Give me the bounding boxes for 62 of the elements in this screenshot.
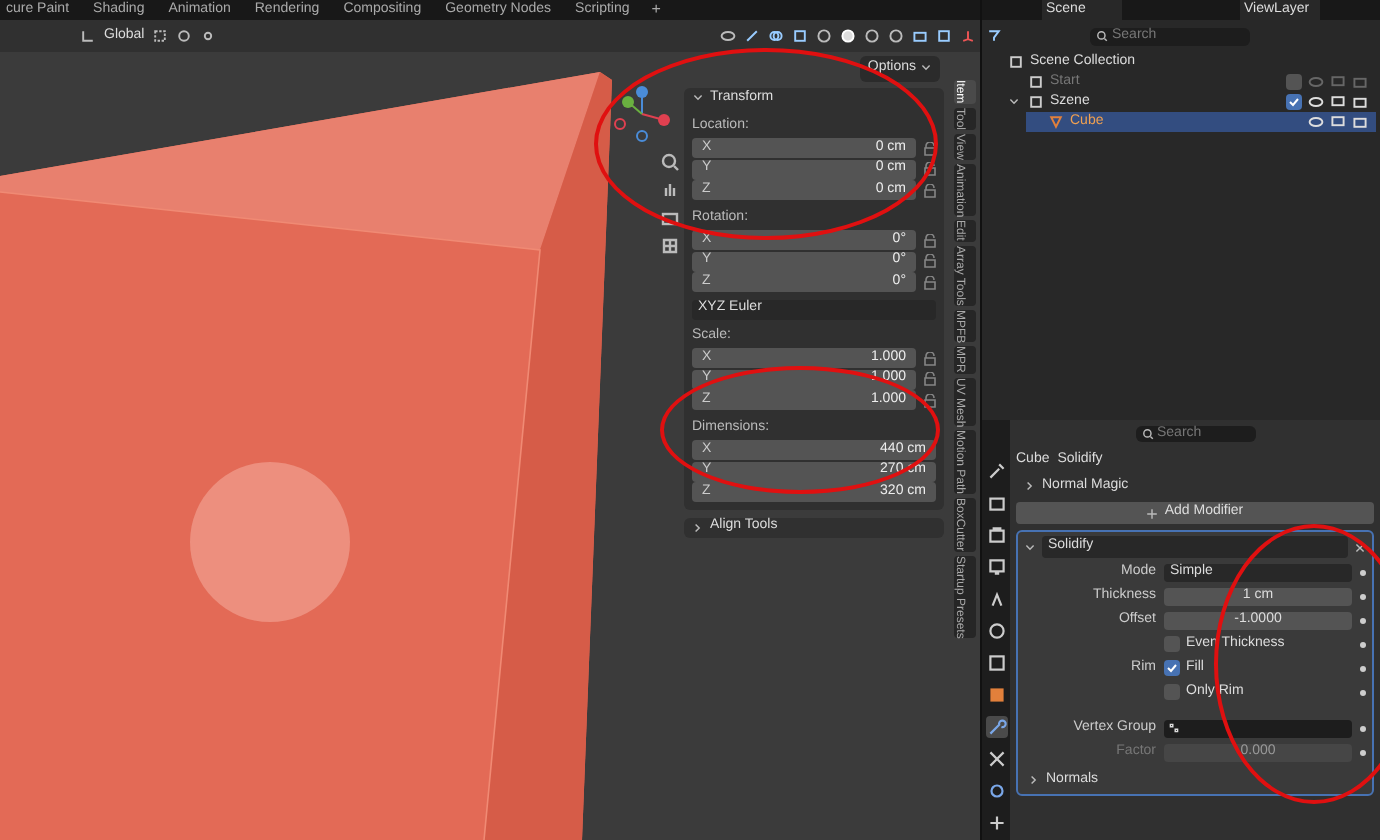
chevron-icon[interactable] [920, 62, 932, 75]
checkbox[interactable] [1286, 94, 1302, 110]
checkbox[interactable] [1164, 660, 1180, 676]
view-tab-icon[interactable] [985, 556, 1007, 578]
modifier-tab-icon[interactable] [985, 716, 1007, 738]
grid-icon[interactable] [660, 236, 680, 256]
box-icon[interactable] [1028, 94, 1044, 110]
tool-tab-icon[interactable] [985, 460, 1007, 482]
axes-gizmo-icon[interactable] [960, 28, 976, 44]
particles-tab-icon[interactable] [985, 748, 1007, 770]
checkbox[interactable] [1164, 684, 1180, 700]
camera-icon[interactable] [912, 28, 928, 44]
wireframe-icon[interactable] [816, 28, 832, 44]
output-tab-icon[interactable] [985, 524, 1007, 546]
chevron-icon[interactable] [1008, 96, 1020, 108]
vertex-group-field[interactable] [1164, 719, 1352, 737]
box-icon[interactable] [1008, 54, 1024, 70]
chevron-icon[interactable] [1024, 480, 1036, 492]
axes-icon[interactable] [80, 28, 96, 44]
overlay-icon[interactable] [768, 28, 784, 44]
physics-tab-icon[interactable] [985, 780, 1007, 802]
lock-icon[interactable] [924, 141, 936, 155]
search-icon[interactable] [1096, 30, 1108, 42]
render-shading-icon[interactable] [888, 28, 904, 44]
xray-icon[interactable] [792, 28, 808, 44]
plus-icon[interactable] [1146, 507, 1159, 519]
gizmo-toggle-icon[interactable] [744, 28, 760, 44]
lock-icon[interactable] [924, 183, 936, 197]
lock-icon[interactable] [924, 233, 936, 247]
layout-icon[interactable] [936, 28, 952, 44]
lock-icon[interactable] [924, 254, 936, 268]
camera-icon[interactable] [660, 208, 680, 228]
close-icon[interactable] [1354, 541, 1366, 553]
lock-icon[interactable] [924, 275, 936, 289]
checkbox[interactable] [1286, 74, 1302, 90]
object-tab-icon[interactable] [985, 684, 1007, 706]
constraints-tab-icon[interactable] [985, 812, 1007, 834]
lock-icon[interactable] [924, 393, 936, 407]
lock-icon[interactable] [924, 162, 936, 176]
render-tab-icon[interactable] [985, 492, 1007, 514]
lock-icon[interactable] [924, 372, 936, 386]
search-icon[interactable] [1141, 428, 1153, 440]
chevron-icon[interactable] [692, 92, 704, 104]
navigation-gizmo-drawing[interactable] [612, 84, 672, 144]
collection-tab-icon[interactable] [985, 652, 1007, 674]
vertex-group-icon[interactable] [1168, 722, 1180, 734]
lock-icon[interactable] [924, 351, 936, 365]
zoom-icon[interactable] [660, 152, 680, 172]
snap-icon[interactable] [176, 28, 193, 44]
proportional-icon[interactable] [200, 28, 217, 44]
material-shading-icon[interactable] [864, 28, 880, 44]
checkbox[interactable] [1164, 636, 1180, 652]
chevron-icon[interactable] [692, 521, 704, 533]
box-icon[interactable] [1028, 74, 1044, 90]
pivot-icon[interactable] [152, 28, 169, 44]
add-workspace-button[interactable]: + [651, 0, 661, 22]
world-tab-icon[interactable] [985, 620, 1007, 642]
solid-shading-icon[interactable] [840, 28, 856, 44]
filter-icon[interactable] [986, 28, 1002, 44]
chevron-icon[interactable] [1028, 774, 1040, 786]
visibility-icon[interactable] [720, 28, 736, 44]
chevron-icon[interactable] [1024, 541, 1036, 553]
